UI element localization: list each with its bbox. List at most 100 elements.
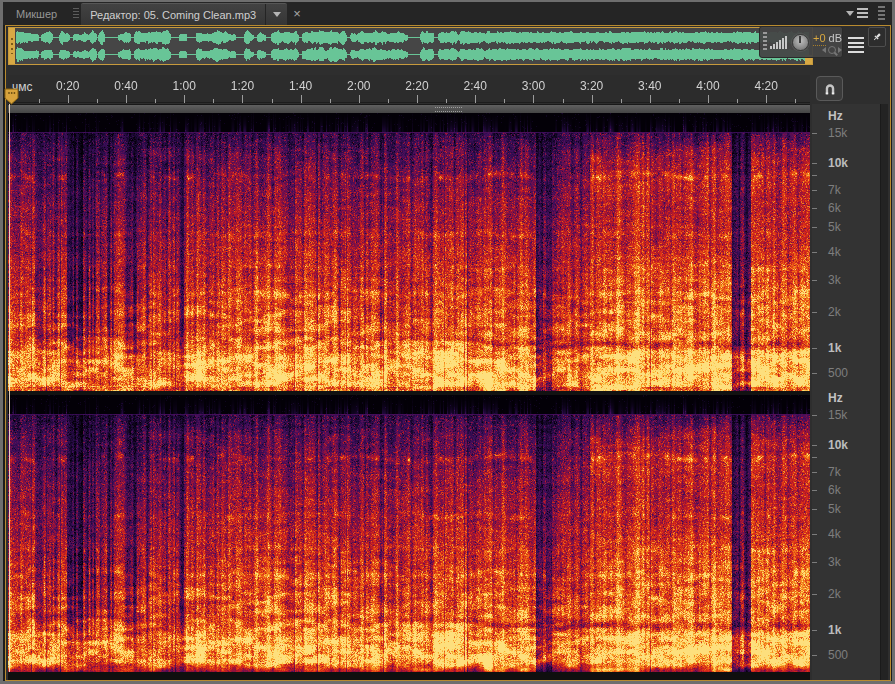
frequency-scale[interactable]: Hz15k10k7k6k5k4k3k2k1k500 Hz15k10k7k6k5k…	[812, 104, 880, 680]
magnifier-icon	[828, 46, 836, 54]
time-tick-label: 3:00	[522, 79, 545, 93]
freq-unit-label: Hz	[828, 391, 843, 405]
arrow-right-icon	[838, 47, 842, 53]
freq-tick-label: 7k	[828, 465, 841, 479]
freq-tick-label: 1k	[828, 623, 841, 637]
time-tick-label: 0:40	[114, 79, 137, 93]
tab-bar: Микшер Редактор: 05. Coming Clean.mp3 ×	[3, 2, 892, 25]
freq-tick	[812, 594, 817, 595]
panel-menu-button[interactable]	[846, 8, 868, 18]
freq-tick	[812, 509, 817, 510]
waveform-overview[interactable]	[8, 27, 813, 65]
freq-tick	[812, 312, 817, 313]
zoom-scrollbar[interactable]	[8, 104, 810, 113]
time-tick-label: 0:20	[56, 79, 79, 93]
spectrogram-channel-right[interactable]	[8, 395, 810, 672]
time-tick-label: 1:20	[231, 79, 254, 93]
freq-tick	[812, 472, 817, 473]
time-tick-label: 2:40	[464, 79, 487, 93]
volume-bars-icon	[770, 35, 789, 49]
tab-close-button[interactable]: ×	[287, 2, 307, 25]
grip-dots-icon	[11, 38, 13, 54]
freq-tick-label: 3k	[828, 555, 841, 569]
freq-tick	[812, 373, 817, 374]
app-window: Микшер Редактор: 05. Coming Clean.mp3 × …	[3, 2, 892, 681]
freq-tick	[812, 133, 817, 134]
freq-tick	[812, 252, 817, 253]
freq-tick	[812, 190, 817, 191]
freq-tick	[812, 348, 817, 349]
vertical-scrollbar[interactable]	[880, 104, 888, 680]
spectral-bottom-gap	[8, 672, 810, 680]
spectrogram-channel-left[interactable]	[8, 113, 810, 391]
pin-button[interactable]	[868, 27, 886, 47]
freq-tick-label: 6k	[828, 201, 841, 215]
overview-waveform-canvas[interactable]	[9, 28, 812, 64]
time-tick-label: 4:20	[755, 79, 778, 93]
spectral-display	[8, 113, 810, 672]
knob-needle-icon	[799, 36, 801, 43]
freq-tick	[812, 630, 817, 631]
time-tick-label: 1:40	[289, 79, 312, 93]
tab-editor-label: Редактор: 05. Coming Clean.mp3	[81, 9, 265, 21]
freq-tick	[812, 562, 817, 563]
time-tick-label: 2:20	[405, 79, 428, 93]
time-tick-label: 3:20	[580, 79, 603, 93]
chevron-down-icon	[273, 12, 281, 17]
freq-tick	[812, 208, 817, 209]
time-tick-label: 1:00	[173, 79, 196, 93]
freq-unit-label: Hz	[828, 109, 843, 123]
zoom-magnifier-icon[interactable]	[814, 43, 850, 56]
freq-tick-label: 3k	[828, 273, 841, 287]
time-tick-label: 2:00	[347, 79, 370, 93]
menu-lines-icon	[857, 8, 868, 18]
playhead-marker[interactable]	[3, 88, 21, 106]
freq-tick	[812, 655, 817, 656]
freq-tick	[812, 457, 817, 458]
magnet-icon	[822, 81, 838, 97]
freq-tick	[812, 445, 817, 446]
range-handle-left[interactable]	[9, 28, 15, 64]
time-tick-label: 4:00	[696, 79, 719, 93]
freq-tick-label: 10k	[828, 438, 848, 452]
freq-tick-label: 4k	[828, 245, 841, 259]
freq-tick	[812, 163, 817, 164]
tab-mixer-label: Микшер	[16, 8, 57, 20]
panel-grip-icon[interactable]	[878, 6, 885, 21]
freq-tick-label: 2k	[828, 305, 841, 319]
freq-tick-label: 500	[828, 366, 848, 380]
freq-tick	[812, 415, 817, 416]
freq-tick-label: 4k	[828, 527, 841, 541]
levels-button[interactable]	[848, 37, 864, 53]
chevron-down-icon	[846, 11, 854, 16]
pin-icon	[871, 31, 883, 43]
tab-editor[interactable]: Редактор: 05. Coming Clean.mp3	[81, 3, 287, 25]
tab-drag-grip-icon[interactable]	[73, 8, 79, 20]
grip-dots-icon[interactable]	[763, 32, 767, 52]
freq-tick-label: 5k	[828, 502, 841, 516]
timeline-ruler[interactable]: чмс 0:200:401:001:201:402:002:202:403:00…	[8, 75, 810, 103]
freq-tick	[812, 227, 817, 228]
freq-tick	[812, 490, 817, 491]
freq-tick-label: 500	[828, 648, 848, 662]
close-icon: ×	[293, 6, 301, 21]
snap-button[interactable]	[816, 76, 843, 101]
freq-tick-label: 15k	[828, 126, 847, 140]
editor-panel: +0 dB чмс 0:200:401:001:201:402:002:202:…	[5, 25, 891, 681]
freq-tick	[812, 175, 817, 176]
freq-tick-label: 15k	[828, 408, 847, 422]
freq-tick-label: 5k	[828, 220, 841, 234]
tab-dropdown-button[interactable]	[266, 12, 287, 17]
freq-tick-label: 6k	[828, 483, 841, 497]
freq-tick-label: 2k	[828, 587, 841, 601]
arrow-left-icon	[822, 47, 826, 53]
freq-tick-label: 10k	[828, 156, 848, 170]
time-tick-label: 3:40	[638, 79, 661, 93]
gain-knob[interactable]	[792, 34, 809, 51]
freq-tick-label: 1k	[828, 341, 841, 355]
freq-tick	[812, 534, 817, 535]
scrollbar-grip-icon[interactable]	[435, 107, 462, 112]
freq-tick	[812, 280, 817, 281]
playhead-line[interactable]	[9, 104, 10, 672]
tab-mixer[interactable]: Микшер	[3, 2, 70, 25]
